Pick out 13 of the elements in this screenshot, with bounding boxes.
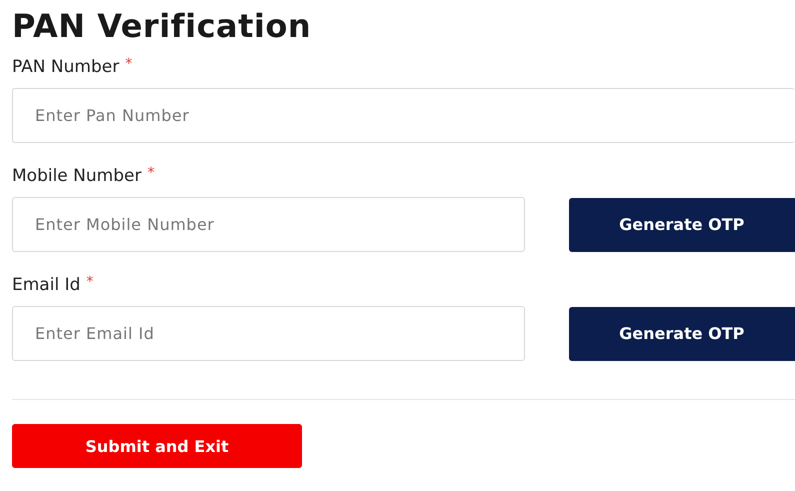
required-mark: *: [125, 56, 132, 72]
generate-otp-button[interactable]: Generate OTP: [568, 198, 795, 252]
field-label: PAN Number: [12, 56, 120, 78]
input-field[interactable]: Enter Mobile Number: [12, 197, 525, 252]
generate-otp-button[interactable]: Generate OTP: [568, 306, 795, 360]
page-title: PAN Verification: [12, 6, 312, 46]
required-mark: *: [86, 274, 94, 290]
required-mark: *: [147, 165, 154, 181]
input-field[interactable]: Enter Email Id: [12, 306, 525, 361]
field-label: Email Id: [12, 274, 80, 296]
input-field[interactable]: Enter Pan Number: [12, 88, 795, 143]
field-label: Mobile Number: [12, 165, 142, 187]
submit-button[interactable]: Submit and Exit: [12, 424, 302, 468]
